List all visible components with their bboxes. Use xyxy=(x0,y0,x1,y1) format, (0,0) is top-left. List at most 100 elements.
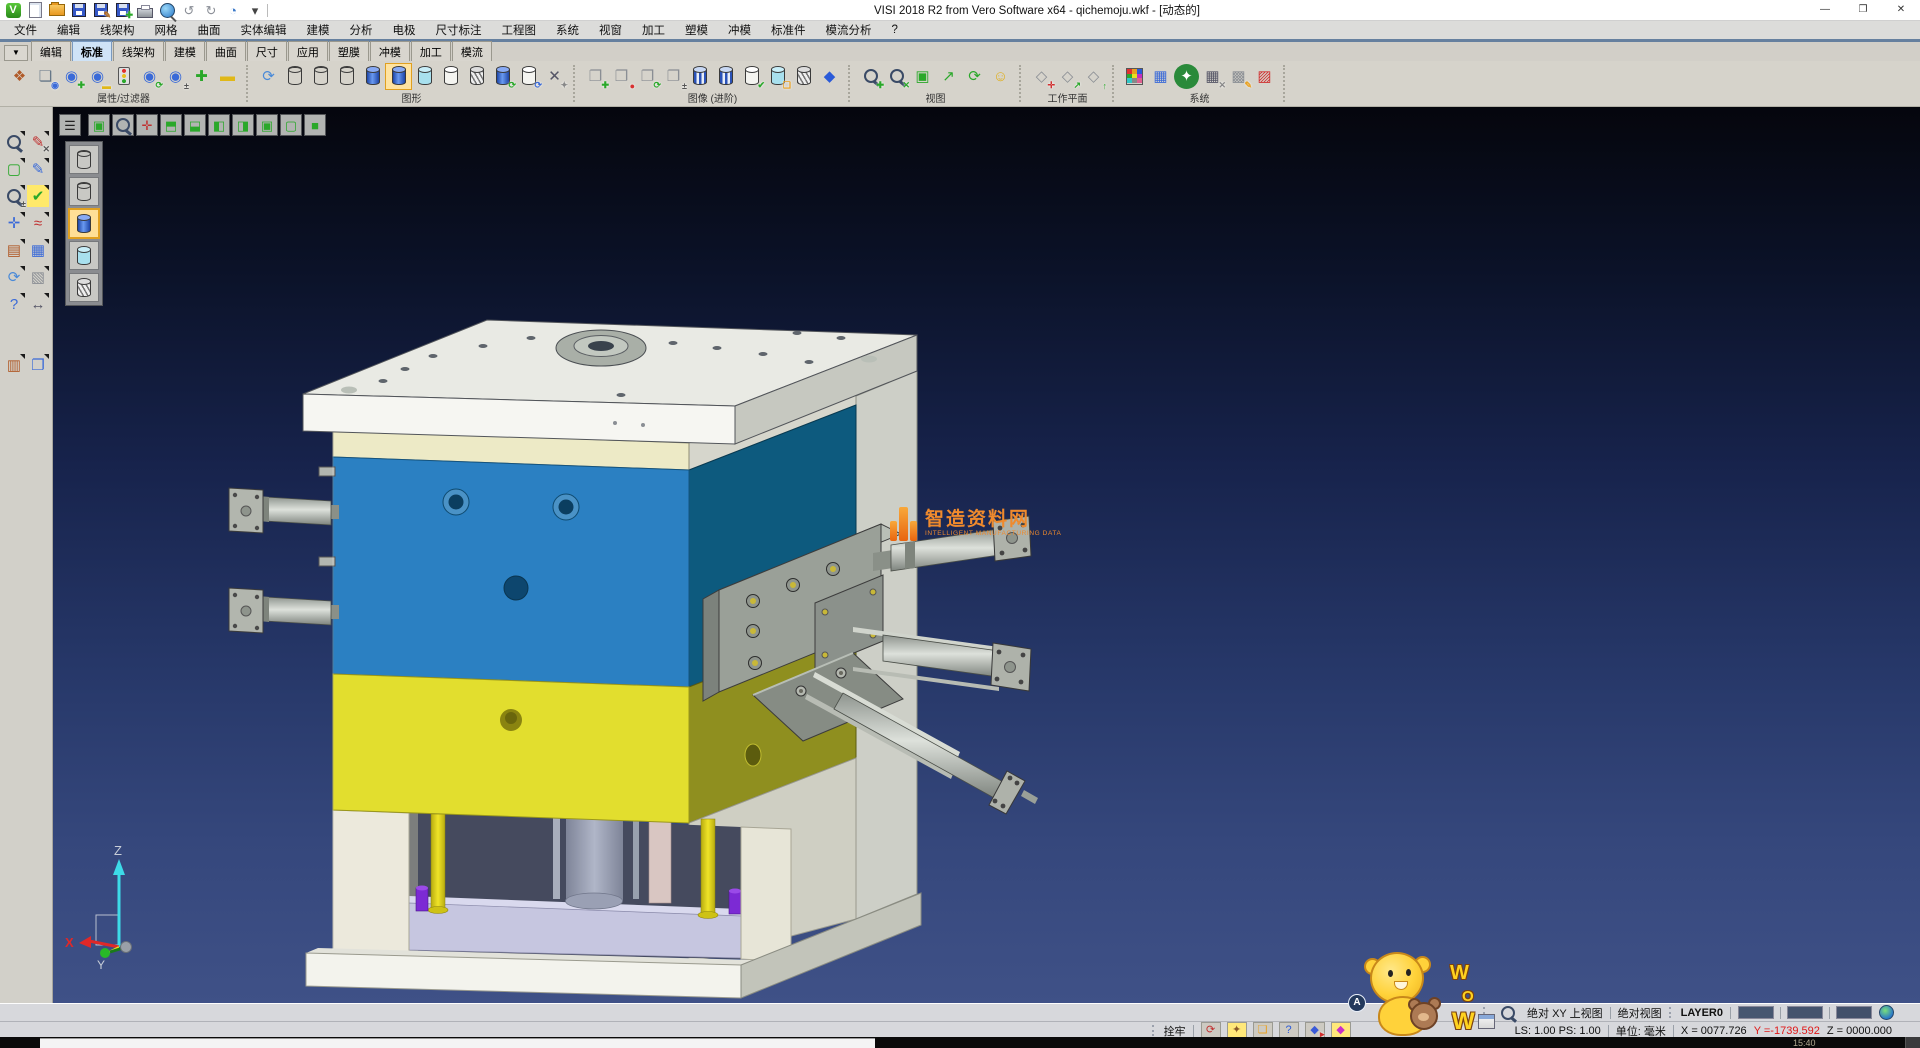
tab-加工[interactable]: 加工 xyxy=(411,41,451,61)
filter-remove[interactable]: ◉▬ xyxy=(85,64,110,89)
view-bottom[interactable]: ⬓ xyxy=(184,114,206,136)
window-settings[interactable]: ▦✕ xyxy=(1200,64,1225,89)
zoom-previous[interactable]: ✕ xyxy=(884,64,909,89)
confirm-check[interactable]: ✔ xyxy=(27,185,49,207)
refresh-view[interactable]: ⟳ xyxy=(962,64,987,89)
menu-item-?[interactable]: ? xyxy=(882,24,908,36)
display-settings[interactable]: ▦ xyxy=(1148,64,1173,89)
section-hatched[interactable] xyxy=(791,64,816,89)
workplane-move[interactable]: ◇↗ xyxy=(1055,64,1080,89)
sketch-delete[interactable]: ✎✕ xyxy=(27,131,49,153)
view-refresh[interactable]: ⟳ xyxy=(3,266,25,288)
tab-尺寸[interactable]: 尺寸 xyxy=(247,41,287,61)
palette-translucent[interactable] xyxy=(69,241,99,270)
filter-add[interactable]: ◉✚ xyxy=(59,64,84,89)
menu-item-视窗[interactable]: 视窗 xyxy=(589,22,632,38)
menu-item-冲模[interactable]: 冲模 xyxy=(718,22,761,38)
zoom-window[interactable]: ▣ xyxy=(910,64,935,89)
view-orient[interactable]: ☺ xyxy=(988,64,1013,89)
redraw[interactable]: ⟳ xyxy=(256,64,281,89)
tab-塑膜[interactable]: 塑膜 xyxy=(329,41,369,61)
tab-曲面[interactable]: 曲面 xyxy=(206,41,246,61)
grid-display[interactable]: ▨ xyxy=(1252,64,1277,89)
palette-wireframe[interactable] xyxy=(69,145,99,174)
zoom-in[interactable]: ✚ xyxy=(858,64,883,89)
render-hidden-dashed[interactable] xyxy=(334,64,359,89)
system-tools[interactable]: ✦ xyxy=(1174,64,1199,89)
redo-button[interactable]: ↻ xyxy=(202,1,220,19)
advanced-refresh[interactable]: ❐⟳ xyxy=(635,64,660,89)
pan-view[interactable]: ↗ xyxy=(936,64,961,89)
attribute-edit[interactable]: ❖ xyxy=(7,64,32,89)
render-wireframe[interactable] xyxy=(282,64,307,89)
view-back[interactable]: ▢ xyxy=(280,114,302,136)
view-window[interactable]: ▦ xyxy=(27,239,49,261)
workplane-define[interactable]: ◇✛ xyxy=(1029,64,1054,89)
view-left[interactable]: ◧ xyxy=(208,114,230,136)
color-swatch-1[interactable] xyxy=(1787,1006,1823,1019)
advanced-add[interactable]: ❐✚ xyxy=(583,64,608,89)
show-desktop-button[interactable] xyxy=(1905,1037,1920,1048)
tab-模流[interactable]: 模流 xyxy=(452,41,492,61)
menu-item-加工[interactable]: 加工 xyxy=(632,22,675,38)
maximize-button[interactable]: ❐ xyxy=(1844,0,1882,20)
render-hidden-line[interactable] xyxy=(308,64,333,89)
recent-session-button[interactable]: ◔ xyxy=(224,1,242,19)
solid-view[interactable]: ◆ xyxy=(817,64,842,89)
window-select[interactable]: ▢ xyxy=(3,158,25,180)
visi-logo[interactable]: V xyxy=(4,1,22,19)
undo-button[interactable]: ↺ xyxy=(180,1,198,19)
menu-item-线架构[interactable]: 线架构 xyxy=(90,22,145,38)
zoom-all[interactable] xyxy=(112,114,134,136)
palette-shaded[interactable] xyxy=(69,209,99,238)
section-open[interactable]: ❏ xyxy=(765,64,790,89)
menu-item-网格[interactable]: 网格 xyxy=(145,22,188,38)
zoom-select[interactable] xyxy=(3,131,25,153)
view-top[interactable]: ⬒ xyxy=(160,114,182,136)
toolbar-options-caret[interactable]: ▾ xyxy=(246,1,264,19)
menu-item-文件[interactable]: 文件 xyxy=(4,22,47,38)
menu-item-塑模[interactable]: 塑模 xyxy=(675,22,718,38)
visibility-add[interactable]: ✚ xyxy=(189,64,214,89)
menu-item-编辑[interactable]: 编辑 xyxy=(47,22,90,38)
save-all-button[interactable]: ✚ xyxy=(114,1,132,19)
visibility-remove[interactable]: ▬ xyxy=(215,64,240,89)
tab-线架构[interactable]: 线架构 xyxy=(113,41,164,61)
advanced-plus-minus[interactable]: ❐± xyxy=(661,64,686,89)
minimize-button[interactable]: — xyxy=(1806,0,1844,20)
document-copy[interactable]: ❐ xyxy=(27,354,49,376)
close-button[interactable]: ✕ xyxy=(1882,0,1920,20)
menu-item-分析[interactable]: 分析 xyxy=(340,22,383,38)
color-table[interactable] xyxy=(1122,64,1147,89)
filter-plus-minus[interactable]: ◉± xyxy=(163,64,188,89)
workplane-align[interactable]: ◇↑ xyxy=(1081,64,1106,89)
globe-icon[interactable] xyxy=(1879,1005,1894,1020)
save-as-button[interactable]: ✎ xyxy=(92,1,110,19)
section-striped-2[interactable] xyxy=(713,64,738,89)
layer-manager[interactable]: ▤ xyxy=(3,239,25,261)
view-mode-label[interactable]: 绝对视图 xyxy=(1618,1005,1662,1021)
view-right[interactable]: ◨ xyxy=(232,114,254,136)
active-layer-label[interactable]: LAYER0 xyxy=(1681,1007,1723,1019)
viewport-3d[interactable]: Z X Y ☰▣✛⬒⬓◧◨▣▢■ 智造资料网 xyxy=(53,107,1920,1003)
curve-edit[interactable]: ≈ xyxy=(27,212,49,234)
palette-tools[interactable]: ▥ xyxy=(3,354,25,376)
tab-冲模[interactable]: 冲模 xyxy=(370,41,410,61)
view-iso[interactable]: ■ xyxy=(304,114,326,136)
menu-item-建模[interactable]: 建模 xyxy=(297,22,340,38)
render-refresh[interactable]: ⟳ xyxy=(490,64,515,89)
filter-traffic-light[interactable] xyxy=(111,64,136,89)
menu-item-工程图[interactable]: 工程图 xyxy=(492,22,547,38)
measure-distance[interactable]: ↔ xyxy=(27,293,49,315)
render-copy[interactable]: ⟳ xyxy=(516,64,541,89)
taskbar-app-segment[interactable] xyxy=(40,1038,875,1048)
tab-编辑[interactable]: 编辑 xyxy=(31,41,71,61)
render-translucent[interactable] xyxy=(412,64,437,89)
menu-item-尺寸标注[interactable]: 尺寸标注 xyxy=(426,22,492,38)
zoom-dynamic[interactable]: ± xyxy=(3,185,25,207)
section-validate[interactable]: ✔ xyxy=(739,64,764,89)
color-swatch-0[interactable] xyxy=(1738,1006,1774,1019)
new-file-button[interactable] xyxy=(26,1,44,19)
tab-dropdown-caret[interactable]: ▼ xyxy=(4,45,28,61)
menu-item-模流分析[interactable]: 模流分析 xyxy=(816,22,882,38)
